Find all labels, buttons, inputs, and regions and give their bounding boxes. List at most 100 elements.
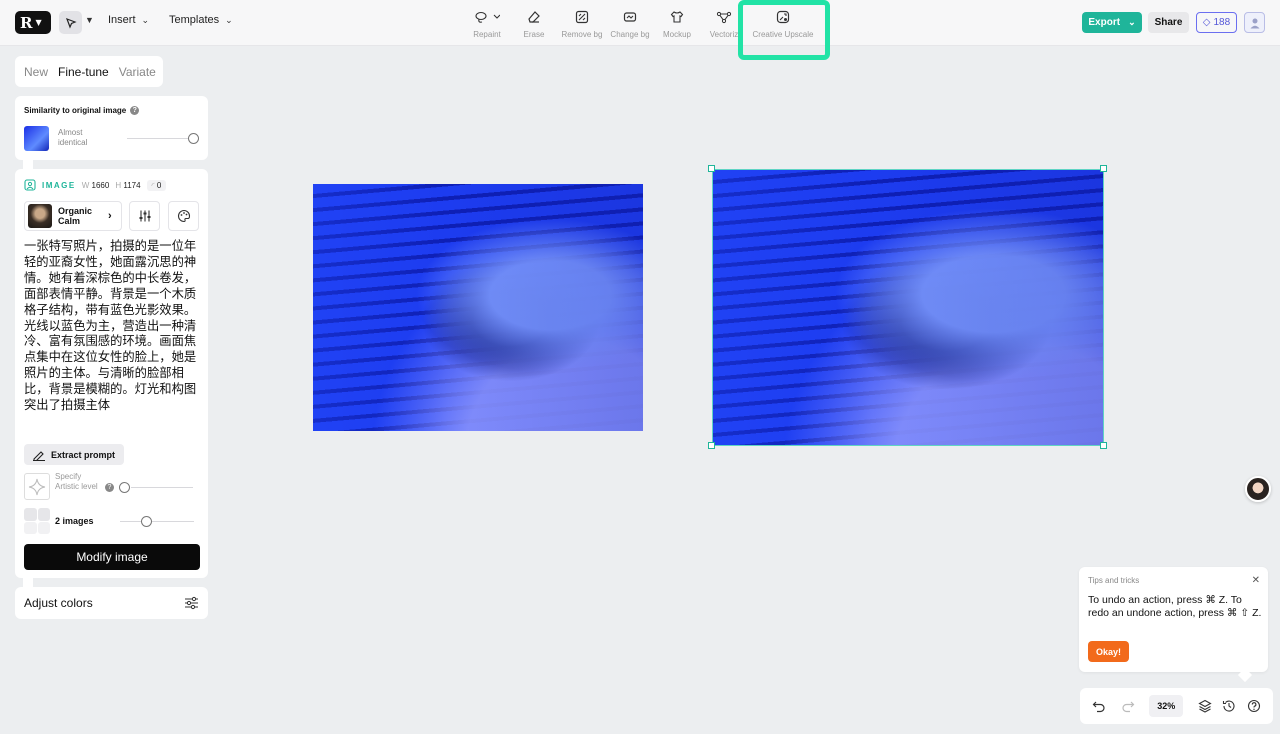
style-name: Organic Calm [58, 206, 93, 226]
similarity-slider-handle[interactable] [188, 133, 199, 144]
zoom-level[interactable]: 32% [1149, 695, 1184, 717]
height-label: H [115, 180, 122, 190]
change-bg-icon [623, 12, 637, 22]
chevron-down-icon: ⌄ [141, 14, 150, 25]
logo-icon: R [20, 13, 33, 32]
original-image-thumbnail [24, 126, 49, 151]
okay-button[interactable]: Okay! [1088, 641, 1129, 662]
lasso-icon [475, 11, 500, 23]
share-label: Share [1154, 17, 1183, 28]
palette-icon [177, 209, 190, 223]
templates-menu[interactable]: Templates ⌄ [169, 14, 233, 26]
chevron-down-icon[interactable]: ▼ [85, 15, 94, 25]
artistic-level-label: Specify Artistic level [55, 472, 98, 491]
modify-image-button[interactable]: Modify image [24, 544, 200, 570]
resize-handle-top-right[interactable] [1100, 165, 1107, 172]
history-button[interactable] [1220, 696, 1239, 716]
layers-icon [1197, 699, 1212, 713]
adjust-sliders-icon [185, 596, 198, 610]
chevron-right-icon: › [108, 210, 112, 222]
chevron-down-icon: ⌄ [1128, 17, 1136, 27]
export-label: Export [1088, 17, 1121, 28]
help-icon[interactable]: ? [105, 483, 114, 492]
undo-icon [1092, 701, 1105, 713]
image-label: IMAGE [42, 180, 76, 190]
color-palette-button[interactable] [168, 201, 199, 231]
credits-count: 188 [1213, 17, 1231, 28]
remove-bg-icon [575, 10, 589, 24]
resize-handle-bottom-left[interactable] [708, 442, 715, 449]
undo-button[interactable] [1090, 696, 1109, 716]
okay-label: Okay! [1095, 646, 1121, 657]
tab-new[interactable]: New [24, 65, 48, 79]
image-icon [24, 179, 36, 191]
artistic-slider-handle[interactable] [119, 482, 130, 493]
user-icon [1250, 18, 1259, 28]
export-button[interactable]: Export ⌄ [1082, 12, 1142, 33]
similarity-card: Similarity to original image ? Almost id… [15, 96, 208, 160]
chevron-down-icon: ▼ [35, 18, 42, 27]
vector-nodes-icon [716, 11, 732, 24]
layers-button[interactable] [1195, 696, 1214, 716]
image-count-slider-handle[interactable] [141, 516, 152, 527]
resize-handle-bottom-right[interactable] [1100, 442, 1107, 449]
similarity-slider-track[interactable] [127, 138, 197, 139]
sliders-icon [139, 210, 150, 222]
help-button[interactable] [1244, 696, 1263, 716]
artistic-level-box[interactable] [24, 473, 50, 500]
tab-fine-tune[interactable]: Fine-tune [58, 65, 109, 79]
prompt-text[interactable]: 一张特写照片，拍摄的是一位年轻的亚裔女性，她面露沉思的神情。她有着深棕色的中长卷… [24, 239, 202, 414]
similarity-level-label: Almost identical [58, 128, 88, 147]
templates-label: Templates [169, 14, 220, 26]
tshirt-icon [670, 11, 684, 23]
credits-badge[interactable]: ◇ 188 [1196, 12, 1237, 33]
diamond-icon: ◇ [1202, 17, 1211, 28]
seed-field[interactable]: ◜ 0 [146, 179, 167, 191]
style-selector[interactable]: Organic Calm › [24, 201, 122, 231]
extract-prompt-button[interactable]: Extract prompt [24, 444, 124, 465]
adjust-colors-card[interactable]: Adjust colors [15, 587, 208, 619]
cursor-icon [65, 17, 77, 29]
pen-icon [33, 450, 45, 461]
similarity-title-row: Similarity to original image ? [24, 106, 140, 115]
style-settings-button[interactable] [129, 201, 160, 231]
select-tool-button[interactable] [59, 11, 82, 34]
artistic-slider-track[interactable] [131, 487, 193, 488]
width-label: W [81, 180, 90, 190]
insert-menu[interactable]: Insert ⌄ [108, 14, 149, 26]
user-avatar[interactable] [1244, 12, 1265, 33]
top-toolbar: R ▼ ▼ Insert ⌄ Templates ⌄ Repaint Erase… [0, 0, 1280, 60]
image-info-row: IMAGE W 1660 H 1174 ◜ 0 [24, 179, 167, 191]
selected-image[interactable] [712, 169, 1104, 446]
app-logo-menu[interactable]: R ▼ [15, 11, 51, 34]
close-icon[interactable]: ✕ [1252, 575, 1260, 586]
redo-button[interactable] [1119, 696, 1138, 716]
eraser-icon [528, 11, 540, 23]
creative-upscale-highlight [738, 0, 830, 60]
chevron-down-icon: ⌄ [225, 14, 233, 25]
fine-tune-card: IMAGE W 1660 H 1174 ◜ 0 Organic Calm › 一… [15, 169, 208, 578]
share-button[interactable]: Share [1148, 12, 1189, 33]
assistant-avatar[interactable] [1245, 476, 1271, 502]
style-thumbnail [28, 204, 52, 228]
help-circle-icon [1247, 699, 1260, 713]
help-icon[interactable]: ? [130, 106, 140, 115]
tab-variate[interactable]: Variate [119, 65, 156, 79]
modify-image-label: Modify image [76, 550, 148, 564]
redo-icon [1122, 701, 1135, 713]
bottom-controls: 32% [1080, 688, 1273, 724]
image-count-slider-track[interactable] [120, 521, 194, 522]
tips-body: To undo an action, press ⌘ Z. To redo an… [1088, 594, 1262, 619]
sparkle-icon [28, 478, 46, 495]
extract-prompt-label: Extract prompt [51, 449, 116, 460]
similarity-title: Similarity to original image [24, 106, 127, 115]
image-count-grid-icon [24, 508, 50, 534]
mode-tabs: New Fine-tune Variate [15, 56, 163, 87]
height-value[interactable]: 1174 [123, 181, 140, 190]
resize-handle-top-left[interactable] [708, 165, 715, 172]
adjust-colors-label: Adjust colors [24, 596, 93, 610]
history-icon [1223, 700, 1235, 712]
original-image[interactable] [313, 184, 643, 431]
width-value[interactable]: 1660 [92, 181, 110, 190]
tips-title: Tips and tricks [1088, 576, 1140, 585]
